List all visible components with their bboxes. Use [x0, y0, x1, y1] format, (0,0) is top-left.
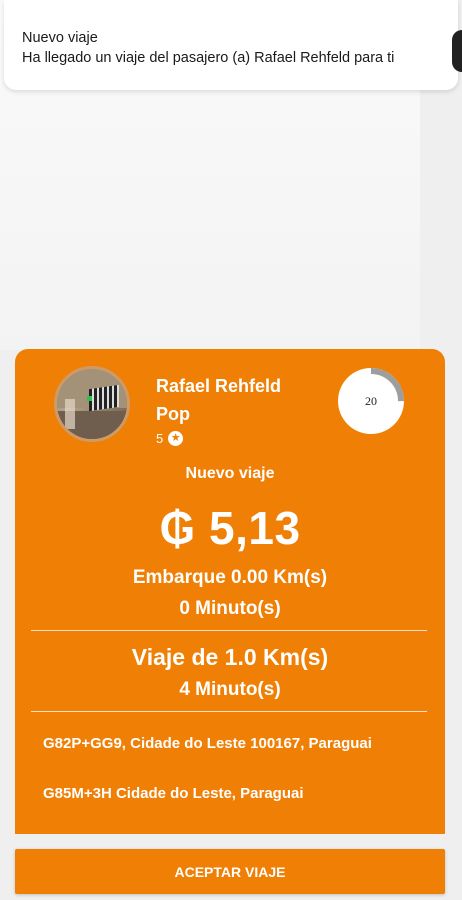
countdown-value: 20	[365, 394, 377, 408]
notification-title: Nuevo viaje	[22, 30, 98, 46]
destination-address: G85M+3H Cidade do Leste, Paraguai	[43, 785, 304, 802]
floating-bubble-edge[interactable]	[452, 30, 462, 72]
trip-label: Nuevo viaje	[185, 465, 275, 482]
pickup-time: 0 Minuto(s)	[179, 598, 281, 619]
trip-distance: Viaje de 1.0 Km(s)	[131, 644, 329, 670]
trip-price: ₲ 5,13	[159, 502, 301, 554]
passenger-rating: 5 ★	[156, 431, 184, 446]
trip-duration: 4 Minuto(s)	[179, 679, 281, 700]
pickup-distance: Embarque 0.00 Km(s)	[132, 567, 328, 588]
accept-trip-button[interactable]: ACEPTAR VIAJE	[15, 849, 445, 894]
notification-body: Ha llegado un viaje del pasajero (a) Raf…	[22, 50, 395, 66]
countdown-timer: 20	[336, 366, 406, 436]
rating-value: 5	[156, 431, 164, 446]
trip-offer-card: Rafael Rehfeld Pop 5 ★ 20 Nuevo viaje ₲ …	[15, 349, 445, 834]
divider	[31, 711, 427, 712]
passenger-avatar	[54, 366, 130, 442]
push-notification[interactable]: Nuevo viaje Ha llegado un viaje del pasa…	[4, 0, 458, 90]
service-type: Pop	[156, 404, 190, 424]
star-icon: ★	[168, 431, 184, 446]
divider	[31, 630, 427, 631]
passenger-name: Rafael Rehfeld	[156, 376, 282, 396]
origin-address: G82P+GG9, Cidade do Leste 100167, Paragu…	[43, 735, 372, 752]
